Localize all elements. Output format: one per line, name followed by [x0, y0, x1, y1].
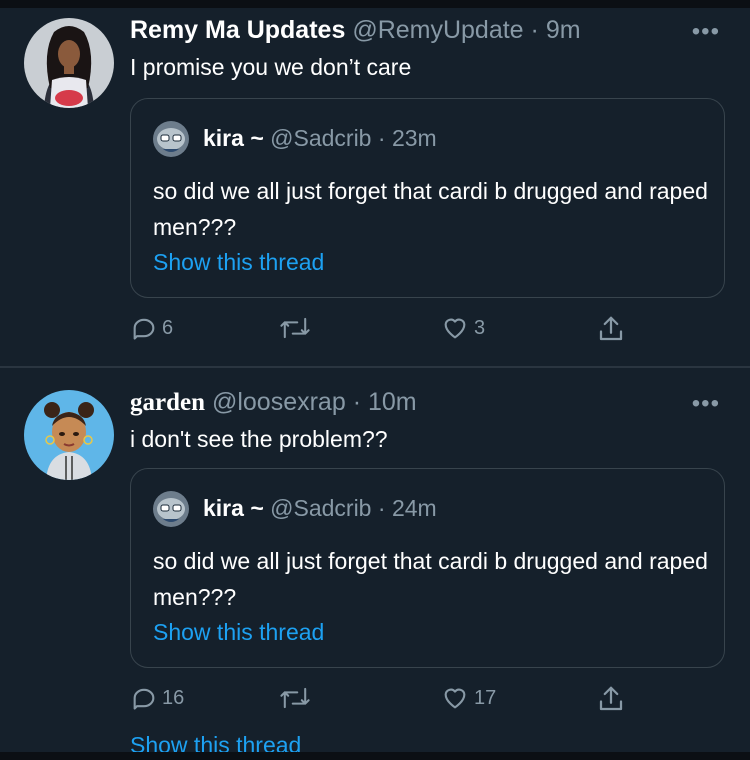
share-button[interactable] — [596, 314, 626, 344]
user-handle[interactable]: @loosexrap — [212, 388, 346, 416]
quote-timestamp[interactable]: 23m — [392, 125, 437, 151]
share-button[interactable] — [596, 684, 626, 714]
more-horizontal-icon[interactable]: ••• — [692, 390, 720, 418]
show-thread-link[interactable]: Show this thread — [153, 249, 324, 276]
quote-header: kira ~ @Sadcrib · 23m — [203, 125, 437, 152]
reply-icon — [133, 688, 155, 710]
quote-avatar[interactable] — [153, 121, 189, 157]
quote-header: kira ~ @Sadcrib · 24m — [203, 495, 437, 522]
tweet-actions: 6 3 — [130, 314, 690, 354]
tweet-text: I promise you we don’t care — [130, 54, 412, 80]
quote-text: so did we all just forget that cardi b d… — [153, 548, 708, 610]
bottom-border — [0, 752, 750, 760]
reply-button[interactable]: 6 — [130, 314, 173, 342]
quote-handle[interactable]: @Sadcrib — [270, 495, 371, 521]
retweet-button[interactable] — [278, 684, 316, 712]
user-handle[interactable]: @RemyUpdate — [352, 16, 523, 44]
tweet-text: i don't see the problem?? — [130, 426, 388, 452]
share-icon — [599, 316, 623, 341]
show-this-thread-link[interactable]: Show this thread — [130, 732, 301, 752]
quoted-tweet[interactable]: kira ~ @Sadcrib · 24m so did we all just… — [130, 468, 725, 668]
separator: · — [530, 16, 539, 44]
like-button[interactable]: 17 — [440, 684, 496, 712]
show-thread-link[interactable]: Show this thread — [153, 619, 324, 646]
heart-icon — [444, 318, 466, 339]
separator: · — [377, 495, 386, 521]
reply-count: 16 — [162, 686, 185, 709]
like-count: 3 — [474, 316, 486, 339]
like-button[interactable]: 3 — [440, 314, 485, 342]
display-name[interactable]: Remy Ma Updates — [130, 16, 345, 44]
heart-icon — [444, 688, 466, 709]
quote-avatar[interactable] — [153, 491, 189, 527]
avatar[interactable] — [24, 18, 114, 108]
top-border — [0, 0, 750, 8]
quote-display-name[interactable]: kira ~ — [203, 125, 264, 151]
like-count: 17 — [474, 686, 497, 709]
retweet-icon — [280, 687, 310, 709]
reply-icon — [133, 318, 155, 340]
share-icon — [599, 686, 623, 711]
retweet-icon — [280, 317, 310, 339]
tweet-header: Remy Ma Updates @RemyUpdate · 9m — [130, 16, 581, 45]
timestamp[interactable]: 10m — [368, 388, 417, 416]
tweet[interactable]: Remy Ma Updates @RemyUpdate · 9m ••• I p… — [0, 8, 750, 366]
quoted-tweet[interactable]: kira ~ @Sadcrib · 23m so did we all just… — [130, 98, 725, 298]
quote-timestamp[interactable]: 24m — [392, 495, 437, 521]
avatar[interactable] — [24, 390, 114, 480]
tweet-actions: 16 17 — [130, 684, 690, 724]
reply-button[interactable]: 16 — [130, 684, 184, 712]
retweet-button[interactable] — [278, 314, 316, 342]
timestamp[interactable]: 9m — [546, 16, 581, 44]
quote-text: so did we all just forget that cardi b d… — [153, 178, 708, 240]
tweet-header: garden @loosexrap · 10m — [130, 388, 417, 417]
quote-display-name[interactable]: kira ~ — [203, 495, 264, 521]
reply-count: 6 — [162, 316, 174, 339]
tweet[interactable]: garden @loosexrap · 10m ••• i don't see … — [0, 368, 750, 752]
separator: · — [352, 388, 362, 416]
quote-handle[interactable]: @Sadcrib — [270, 125, 371, 151]
more-horizontal-icon[interactable]: ••• — [692, 18, 720, 46]
display-name[interactable]: garden — [130, 389, 205, 416]
separator: · — [377, 125, 386, 151]
